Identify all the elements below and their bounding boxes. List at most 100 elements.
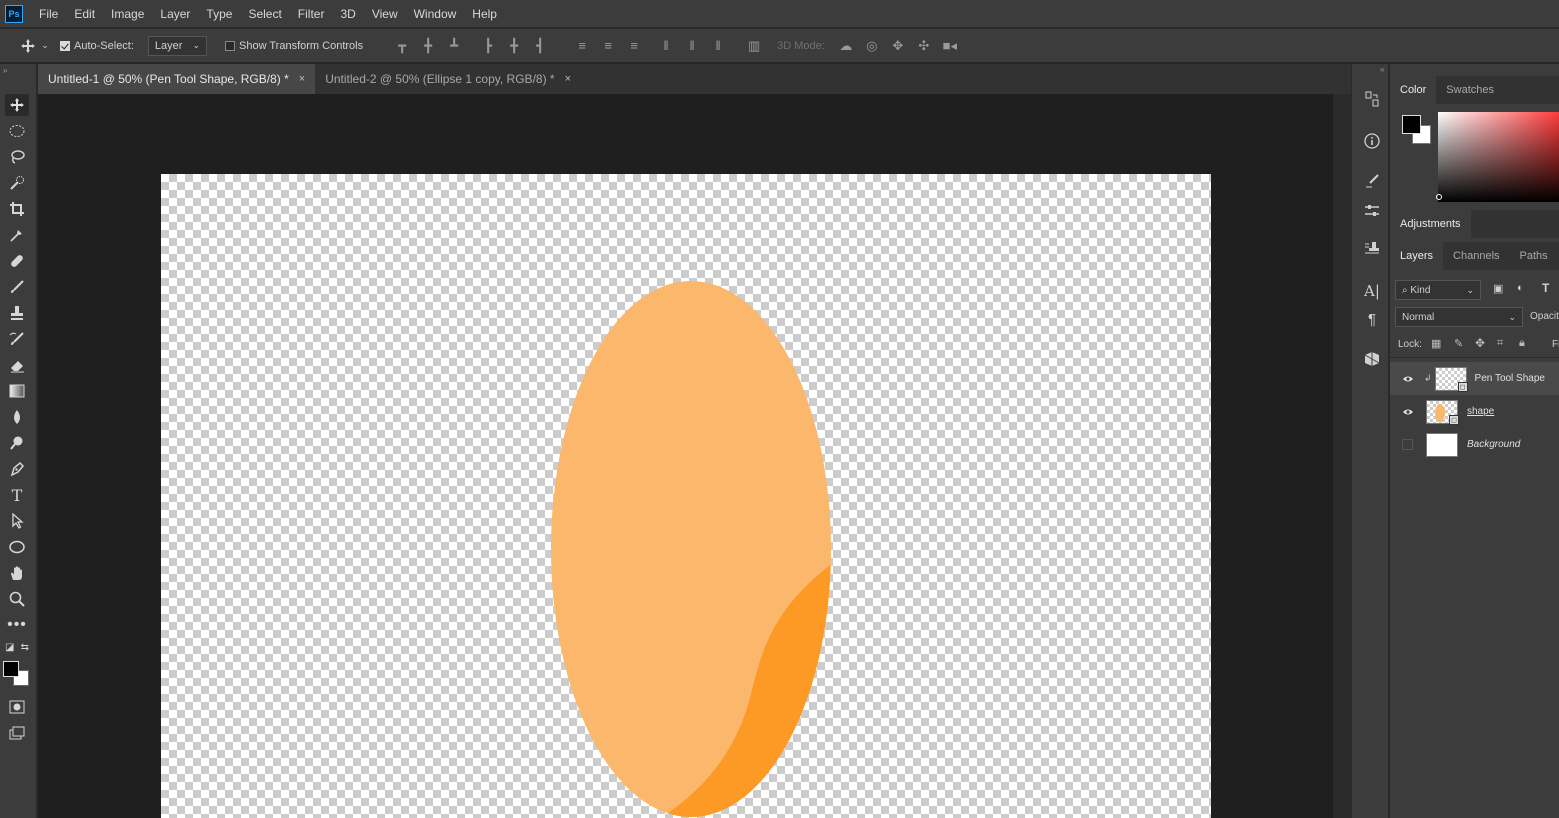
menu-file[interactable]: File <box>39 7 58 21</box>
chevron-down-icon[interactable]: ⌄ <box>38 40 52 51</box>
tab-untitled-1[interactable]: Untitled-1 @ 50% (Pen Tool Shape, RGB/8)… <box>38 64 316 94</box>
ellipse-tool-icon[interactable] <box>5 536 29 558</box>
history-brush-icon[interactable] <box>5 328 29 350</box>
distribute-right-icon[interactable]: ‖ <box>705 38 731 53</box>
lock-all-icon[interactable]: 🔒︎ <box>1519 337 1525 350</box>
blur-icon[interactable] <box>5 406 29 428</box>
align-top-icon[interactable]: ┳ <box>389 38 415 54</box>
menu-filter[interactable]: Filter <box>298 7 325 21</box>
color-panel-foreground-swatch[interactable] <box>1402 115 1421 134</box>
lock-position-icon[interactable]: ✥ <box>1475 336 1485 350</box>
move-tool-preset-icon[interactable] <box>18 38 38 54</box>
lock-transparent-icon[interactable]: ▦ <box>1431 337 1441 350</box>
lasso-icon[interactable] <box>5 146 29 168</box>
auto-select-checkbox[interactable] <box>60 40 70 51</box>
move-icon[interactable] <box>5 94 29 116</box>
layer-row[interactable]: Background <box>1390 428 1559 461</box>
eyedropper-icon[interactable] <box>5 224 29 246</box>
foreground-color-swatch[interactable] <box>3 661 19 677</box>
type-icon[interactable]: T <box>5 484 29 506</box>
align-bottom-icon[interactable]: ┻ <box>441 38 467 54</box>
menu-edit[interactable]: Edit <box>74 7 95 21</box>
filter-adjustment-icon[interactable]: ◐ <box>1517 282 1524 294</box>
collapse-panels-icon[interactable]: « <box>1380 65 1384 74</box>
align-right-icon[interactable]: ┫ <box>527 38 553 54</box>
collapse-panel-icon[interactable]: » <box>3 66 7 75</box>
eye-icon[interactable] <box>1400 408 1416 416</box>
character-panel-icon[interactable]: A| <box>1361 280 1383 302</box>
menu-view[interactable]: View <box>372 7 398 21</box>
orbit-3d-icon[interactable]: ☁ <box>833 38 859 54</box>
crop-icon[interactable] <box>5 198 29 220</box>
screen-mode-icon[interactable] <box>5 722 29 744</box>
default-colors-icon[interactable]: ◪ ⇆ <box>5 640 29 654</box>
menu-help[interactable]: Help <box>472 7 497 21</box>
distribute-top-icon[interactable]: ≡ <box>569 38 595 53</box>
eraser-icon[interactable] <box>5 354 29 376</box>
brush-settings-icon[interactable] <box>1361 170 1383 192</box>
swap-colors-icon[interactable]: ⇆ <box>21 642 29 653</box>
quick-mask-icon[interactable] <box>5 696 29 718</box>
auto-select-dropdown[interactable]: Layer ⌄ <box>147 35 207 56</box>
properties-icon[interactable] <box>1361 200 1383 222</box>
drag-3d-icon[interactable]: ✥ <box>885 38 911 54</box>
menu-image[interactable]: Image <box>111 7 144 21</box>
paragraph-panel-icon[interactable]: ¶ <box>1361 308 1383 330</box>
quick-selection-icon[interactable] <box>5 172 29 194</box>
distribute-bottom-icon[interactable]: ≡ <box>621 38 647 53</box>
scale-3d-icon[interactable]: ■◂ <box>937 38 963 54</box>
distribute-vertical-center-icon[interactable]: ≡ <box>595 38 621 53</box>
layer-row[interactable]: ↲ ◻ Pen Tool Shape <box>1390 362 1559 395</box>
menu-select[interactable]: Select <box>248 7 281 21</box>
zoom-icon[interactable] <box>5 588 29 610</box>
eye-icon[interactable] <box>1400 375 1416 383</box>
layer-filter-kind-dropdown[interactable]: ⌕ Kind ⌄ <box>1395 280 1481 300</box>
close-icon[interactable]: × <box>299 73 305 85</box>
path-selection-icon[interactable] <box>5 510 29 532</box>
tab-channels[interactable]: Channels <box>1443 242 1509 270</box>
filter-type-icon[interactable]: T <box>1542 281 1549 295</box>
clone-stamp-icon[interactable] <box>5 302 29 324</box>
show-transform-checkbox[interactable] <box>225 40 235 51</box>
healing-brush-icon[interactable] <box>5 250 29 272</box>
align-vertical-center-icon[interactable]: ╋ <box>415 38 441 54</box>
layer-row[interactable]: ◻ shape <box>1390 395 1559 428</box>
document-canvas[interactable] <box>161 174 1211 818</box>
visibility-toggle-off[interactable] <box>1402 439 1413 450</box>
menu-3d[interactable]: 3D <box>340 7 355 21</box>
pen-icon[interactable] <box>5 458 29 480</box>
roll-3d-icon[interactable]: ◎ <box>859 38 885 54</box>
tab-color[interactable]: Color <box>1390 76 1437 104</box>
distribute-left-icon[interactable]: ‖ <box>653 38 679 53</box>
3d-panel-icon[interactable] <box>1361 348 1383 370</box>
dodge-icon[interactable] <box>5 432 29 454</box>
filter-image-icon[interactable]: ▣ <box>1493 282 1503 295</box>
tab-layers[interactable]: Layers <box>1390 242 1444 270</box>
color-picker-field[interactable] <box>1438 112 1559 202</box>
blend-mode-dropdown[interactable]: Normal ⌄ <box>1395 307 1523 327</box>
brush-icon[interactable] <box>5 276 29 298</box>
distribute-horizontal-center-icon[interactable]: ‖ <box>679 38 705 53</box>
color-picker-cursor[interactable] <box>1436 194 1442 200</box>
menu-type[interactable]: Type <box>206 7 232 21</box>
history-panel-icon[interactable] <box>1361 88 1383 110</box>
tab-untitled-2[interactable]: Untitled-2 @ 50% (Ellipse 1 copy, RGB/8)… <box>315 64 581 94</box>
align-horizontal-center-icon[interactable]: ╋ <box>501 38 527 54</box>
menu-window[interactable]: Window <box>414 7 457 21</box>
info-icon[interactable] <box>1361 130 1383 152</box>
tab-paths[interactable]: Paths <box>1510 242 1558 270</box>
hand-icon[interactable] <box>5 562 29 584</box>
menu-layer[interactable]: Layer <box>160 7 190 21</box>
gradient-icon[interactable] <box>5 380 29 402</box>
more-tools-icon[interactable]: ••• <box>5 614 29 636</box>
clone-source-icon[interactable] <box>1361 238 1383 260</box>
tab-adjustments[interactable]: Adjustments <box>1390 210 1471 238</box>
auto-align-icon[interactable]: ▥ <box>741 38 767 54</box>
lock-artboard-icon[interactable]: ⌗ <box>1497 337 1503 350</box>
align-left-icon[interactable]: ┣ <box>475 38 501 54</box>
tab-swatches[interactable]: Swatches <box>1436 76 1504 104</box>
close-icon[interactable]: × <box>565 73 571 85</box>
slide-3d-icon[interactable]: ✣ <box>911 38 937 54</box>
elliptical-marquee-icon[interactable] <box>5 120 29 142</box>
lock-image-icon[interactable]: ✎ <box>1454 337 1463 350</box>
